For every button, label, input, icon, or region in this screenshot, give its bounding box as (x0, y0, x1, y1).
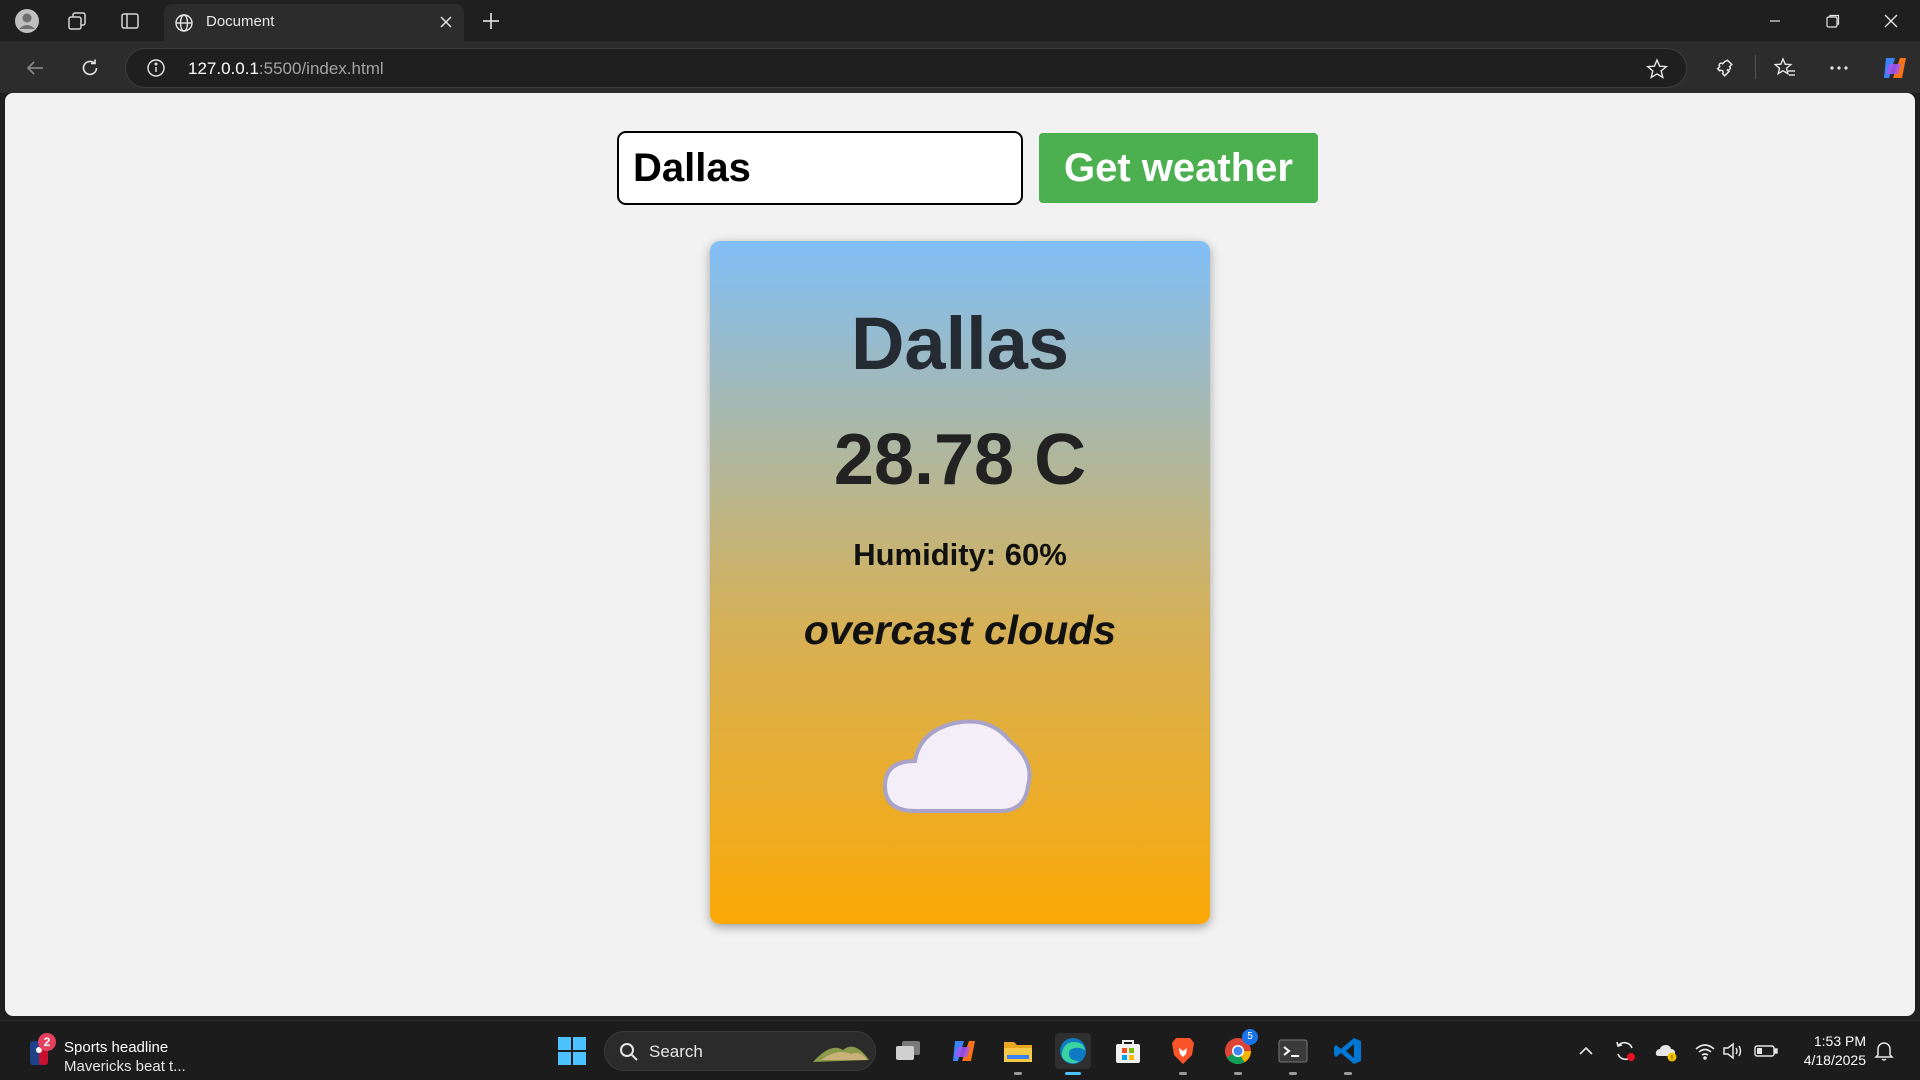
news-widget[interactable]: 2 Sports headline Mavericks beat t... (26, 1029, 226, 1075)
chevron-up-icon[interactable] (1574, 1039, 1598, 1063)
chrome-badge: 5 (1242, 1029, 1258, 1045)
back-icon[interactable] (19, 52, 51, 84)
extensions-icon[interactable] (1708, 52, 1740, 84)
temperature: 28.78 C (833, 420, 1087, 500)
notification-bell-icon[interactable] (1872, 1039, 1896, 1063)
city-name: Dallas (850, 302, 1070, 385)
news-subtitle: Mavericks beat t... (64, 1058, 186, 1075)
brave-icon[interactable] (1165, 1033, 1201, 1075)
vscode-icon[interactable] (1330, 1033, 1366, 1075)
minimize-icon[interactable] (1746, 0, 1804, 41)
tab-document[interactable]: Document (164, 4, 464, 41)
battery-icon[interactable] (1754, 1039, 1778, 1063)
clock-time: 1:53 PM (1813, 1033, 1866, 1049)
address-bar[interactable]: 127.0.0.1:5500/index.html (125, 48, 1687, 88)
weather-description: overcast clouds (803, 607, 1117, 653)
refresh-icon[interactable] (74, 52, 106, 84)
wifi-icon[interactable] (1693, 1039, 1717, 1063)
store-icon[interactable] (1110, 1033, 1146, 1069)
humidity: Humidity: 60% (853, 537, 1067, 572)
running-indicator (1289, 1072, 1297, 1075)
volume-icon[interactable] (1721, 1039, 1745, 1063)
window-close-icon[interactable] (1862, 0, 1920, 41)
taskbar-search[interactable]: Search (604, 1031, 876, 1071)
workspaces-icon[interactable] (64, 8, 90, 34)
url-text: 127.0.0.1:5500/index.html (188, 59, 384, 79)
url-path: :5500/index.html (258, 59, 384, 78)
browser-title-bar: Document (0, 0, 1920, 41)
file-explorer-icon[interactable] (1000, 1033, 1036, 1075)
page-viewport: Get weather Dallas 28.78 C Humidity: 60%… (5, 93, 1915, 1016)
get-weather-button[interactable]: Get weather (1039, 133, 1318, 203)
globe-icon (174, 13, 194, 38)
news-badge: 2 (38, 1033, 56, 1051)
news-title: Sports headline (64, 1039, 169, 1056)
tab-title: Document (206, 13, 275, 30)
running-indicator (1234, 1072, 1242, 1075)
active-indicator (1065, 1072, 1081, 1075)
favorites-icon[interactable] (1769, 52, 1801, 84)
toolbar-divider (1755, 55, 1756, 79)
terminal-icon[interactable] (1275, 1033, 1311, 1075)
restore-icon[interactable] (1804, 0, 1862, 41)
search-label: Search (649, 1042, 703, 1061)
profile-icon[interactable] (14, 8, 40, 34)
sync-icon[interactable] (1613, 1039, 1637, 1063)
close-icon[interactable] (436, 12, 456, 32)
search-icon (619, 1042, 639, 1067)
windows-taskbar: 2 Sports headline Mavericks beat t... Se… (0, 1020, 1920, 1080)
tab-actions-icon[interactable] (117, 8, 143, 34)
weather-card: Dallas 28.78 C Humidity: 60% overcast cl… (710, 241, 1210, 924)
city-search-input[interactable] (617, 131, 1023, 205)
new-tab-icon[interactable] (478, 8, 504, 34)
start-icon[interactable] (554, 1033, 590, 1069)
svg-text:!: ! (1671, 1055, 1673, 1062)
url-host: 127.0.0.1 (188, 59, 259, 78)
clock[interactable]: 1:53 PM 4/18/2025 (1796, 1032, 1866, 1070)
running-indicator (1344, 1072, 1352, 1075)
copilot-taskbar-icon[interactable] (945, 1033, 981, 1069)
cloud-icon (880, 711, 1040, 826)
clock-date: 4/18/2025 (1803, 1052, 1866, 1068)
favorite-star-icon[interactable] (1645, 58, 1669, 85)
browser-nav-bar: 127.0.0.1:5500/index.html (0, 41, 1920, 93)
search-highlight-icon (811, 1038, 871, 1071)
onedrive-icon[interactable]: ! (1654, 1039, 1678, 1063)
chrome-icon[interactable]: 5 (1220, 1029, 1258, 1075)
site-info-icon[interactable] (146, 58, 166, 83)
edge-icon[interactable] (1055, 1033, 1091, 1075)
running-indicator (1179, 1072, 1187, 1075)
more-icon[interactable] (1823, 52, 1855, 84)
copilot-icon[interactable] (1878, 52, 1910, 84)
task-view-icon[interactable] (890, 1033, 926, 1069)
running-indicator (1014, 1072, 1022, 1075)
